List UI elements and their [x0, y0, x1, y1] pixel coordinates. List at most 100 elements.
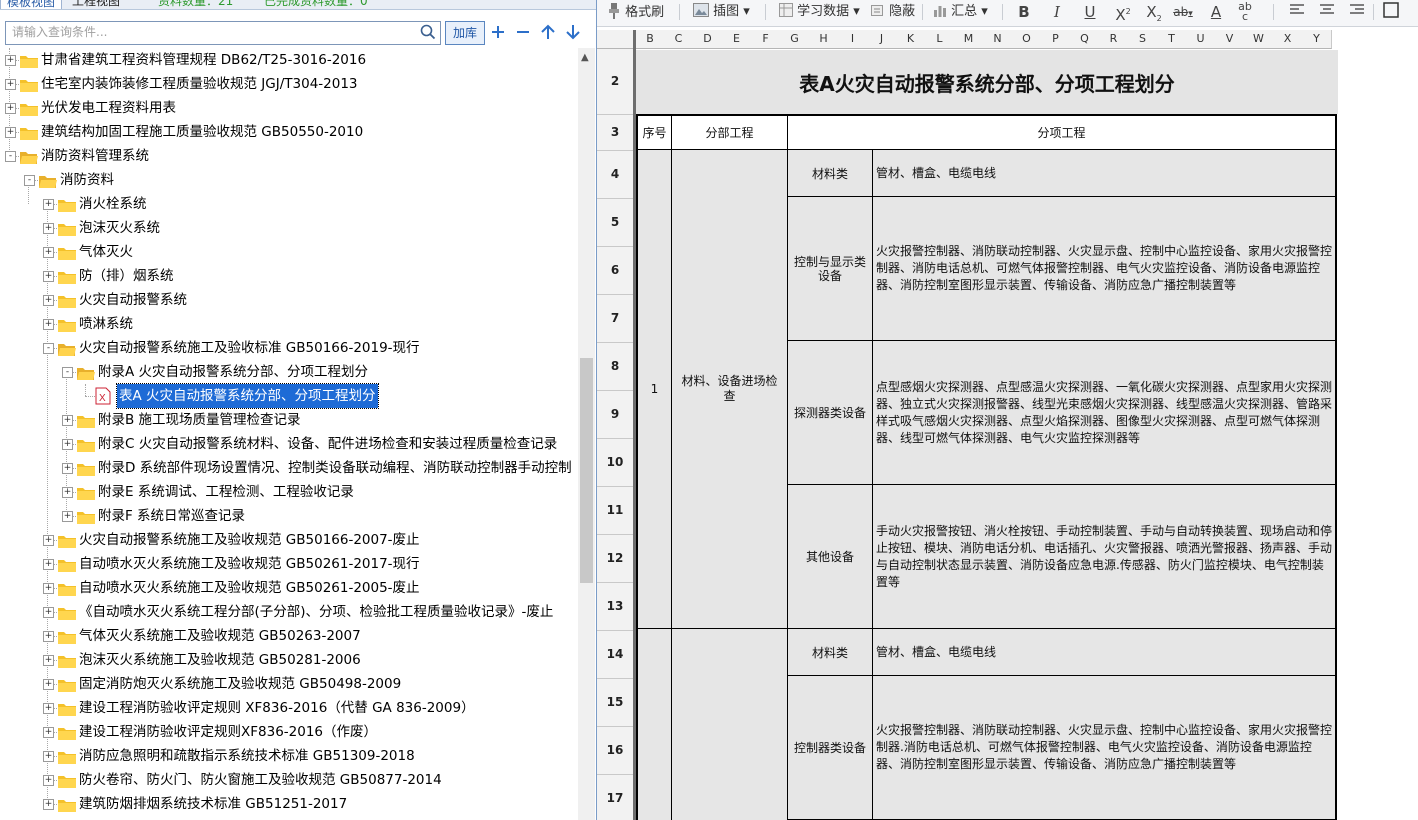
- expand-icon[interactable]: +: [5, 79, 16, 90]
- expand-icon[interactable]: +: [62, 463, 73, 474]
- italic-icon[interactable]: I: [1047, 2, 1067, 22]
- column-header[interactable]: E: [722, 30, 752, 49]
- column-header[interactable]: C: [664, 30, 694, 49]
- tree-item[interactable]: + 气体灭火系统施工及验收规范 GB50263-2007: [0, 624, 578, 648]
- tree-item[interactable]: + 建设工程消防验收评定规则 XF836-2016（代替 GA 836-2009）: [0, 696, 578, 720]
- header-seq[interactable]: 序号: [636, 114, 672, 150]
- expand-icon[interactable]: +: [43, 631, 54, 642]
- subscript-icon[interactable]: X2: [1144, 2, 1164, 29]
- column-header[interactable]: N: [983, 30, 1013, 49]
- tree-item[interactable]: + 消火栓系统: [0, 192, 578, 216]
- header-division[interactable]: 分部工程: [671, 114, 788, 150]
- search-input[interactable]: [6, 22, 418, 42]
- tree-item[interactable]: + 火灾自动报警系统: [0, 288, 578, 312]
- tree-item[interactable]: - 附录A 火灾自动报警系统分部、分项工程划分: [0, 360, 578, 384]
- move-up-icon[interactable]: [538, 22, 558, 42]
- tree-item[interactable]: + 泡沫灭火系统: [0, 216, 578, 240]
- sheet-title[interactable]: 表A火灾自动报警系统分部、分项工程划分: [636, 50, 1338, 114]
- column-header[interactable]: L: [925, 30, 955, 49]
- expand-icon[interactable]: +: [62, 439, 73, 450]
- superscript-icon[interactable]: X2: [1113, 2, 1133, 25]
- group2-division[interactable]: [671, 628, 788, 820]
- g2-category-control[interactable]: 控制器类设备: [787, 675, 873, 820]
- column-header[interactable]: G: [780, 30, 810, 49]
- row-header[interactable]: 14: [597, 631, 634, 679]
- expand-icon[interactable]: +: [43, 799, 54, 810]
- add-icon[interactable]: [488, 22, 508, 42]
- g1-category-other[interactable]: 其他设备: [787, 484, 873, 629]
- g1-category-control[interactable]: 控制与显示类设备: [787, 196, 873, 341]
- header-subitem[interactable]: 分项工程: [787, 114, 1337, 150]
- tree-item[interactable]: + 火灾自动报警系统施工及验收规范 GB50166-2007-废止: [0, 528, 578, 552]
- column-header[interactable]: S: [1128, 30, 1158, 49]
- expand-icon[interactable]: +: [43, 703, 54, 714]
- g1-category-detector[interactable]: 探测器类设备: [787, 340, 873, 485]
- tab-project-view[interactable]: 工程视图: [66, 0, 126, 8]
- column-header[interactable]: T: [1157, 30, 1187, 49]
- collapse-icon[interactable]: -: [62, 367, 73, 378]
- hide-button[interactable]: 隐蔽: [871, 3, 915, 21]
- column-header[interactable]: J: [867, 30, 897, 49]
- tree-item[interactable]: + 喷淋系统: [0, 312, 578, 336]
- expand-icon[interactable]: +: [43, 223, 54, 234]
- align-center-icon[interactable]: [1317, 2, 1337, 22]
- row-header[interactable]: 5: [597, 199, 634, 247]
- tree-item[interactable]: - 火灾自动报警系统施工及验收标准 GB50166-2019-现行: [0, 336, 578, 360]
- expand-icon[interactable]: +: [62, 511, 73, 522]
- column-header[interactable]: M: [954, 30, 984, 49]
- expand-icon[interactable]: +: [5, 55, 16, 66]
- tree-item[interactable]: - 消防资料: [0, 168, 578, 192]
- tree-item[interactable]: + 住宅室内装饰装修工程质量验收规范 JGJ/T304-2013: [0, 72, 578, 96]
- expand-icon[interactable]: +: [43, 295, 54, 306]
- expand-icon[interactable]: +: [62, 415, 73, 426]
- expand-icon[interactable]: +: [43, 751, 54, 762]
- tree-item[interactable]: + 附录E 系统调试、工程检测、工程验收记录: [0, 480, 578, 504]
- expand-icon[interactable]: +: [5, 103, 16, 114]
- search-icon[interactable]: [420, 24, 436, 44]
- column-header[interactable]: U: [1186, 30, 1216, 49]
- group1-division[interactable]: 材料、设备进场检查: [671, 149, 788, 629]
- summary-button[interactable]: 汇总 ▾: [933, 3, 988, 21]
- expand-icon[interactable]: +: [43, 655, 54, 666]
- row-header[interactable]: 4: [597, 151, 634, 199]
- column-header[interactable]: Q: [1070, 30, 1100, 49]
- expand-icon[interactable]: +: [43, 775, 54, 786]
- tree-item[interactable]: + 光伏发电工程资料用表: [0, 96, 578, 120]
- tree-item[interactable]: + 气体灭火: [0, 240, 578, 264]
- underline-icon[interactable]: U: [1080, 2, 1100, 22]
- row-header[interactable]: 17: [597, 775, 634, 820]
- tree-scrollbar[interactable]: ▲: [578, 48, 595, 820]
- row-header[interactable]: 7: [597, 295, 634, 343]
- expand-icon[interactable]: +: [43, 727, 54, 738]
- column-header[interactable]: F: [751, 30, 781, 49]
- group2-seq[interactable]: [636, 628, 672, 820]
- collapse-icon[interactable]: -: [43, 343, 54, 354]
- study-data-button[interactable]: 学习数据 ▾: [779, 3, 860, 21]
- row-header[interactable]: 13: [597, 583, 634, 631]
- row-header[interactable]: 16: [597, 727, 634, 775]
- grid-corner[interactable]: [597, 30, 634, 49]
- tree-item[interactable]: + 固定消防炮灭火系统施工及验收规范 GB50498-2009: [0, 672, 578, 696]
- tree-item[interactable]: + 防（排）烟系统: [0, 264, 578, 288]
- load-library-button[interactable]: 加库: [445, 21, 485, 45]
- expand-icon[interactable]: +: [43, 199, 54, 210]
- expand-icon[interactable]: +: [43, 583, 54, 594]
- column-header[interactable]: D: [693, 30, 723, 49]
- row-header[interactable]: 11: [597, 487, 634, 535]
- g1-content-control[interactable]: 火灾报警控制器、消防联动控制器、火灾显示盘、控制中心监控设备、家用火灾报警控制器…: [872, 196, 1337, 341]
- g1-category-materials[interactable]: 材料类: [787, 149, 873, 197]
- column-header[interactable]: R: [1099, 30, 1129, 49]
- scroll-up-icon[interactable]: ▲: [581, 52, 589, 63]
- row-header[interactable]: 2: [597, 49, 634, 115]
- column-header[interactable]: W: [1244, 30, 1274, 49]
- row-header[interactable]: 6: [597, 247, 634, 295]
- tree-item[interactable]: + 防火卷帘、防火门、防火窗施工及验收规范 GB50877-2014: [0, 768, 578, 792]
- column-header[interactable]: P: [1041, 30, 1071, 49]
- row-header[interactable]: 9: [597, 391, 634, 439]
- tab-template-view[interactable]: 模板视图: [0, 0, 63, 9]
- g1-content-detector[interactable]: 点型感烟火灾探测器、点型感温火灾探测器、一氧化碳火灾探测器、点型家用火灾探测器、…: [872, 340, 1337, 485]
- border-icon[interactable]: [1381, 2, 1401, 23]
- expand-icon[interactable]: +: [43, 247, 54, 258]
- format-painter-button[interactable]: 格式刷: [607, 3, 664, 21]
- expand-icon[interactable]: +: [43, 319, 54, 330]
